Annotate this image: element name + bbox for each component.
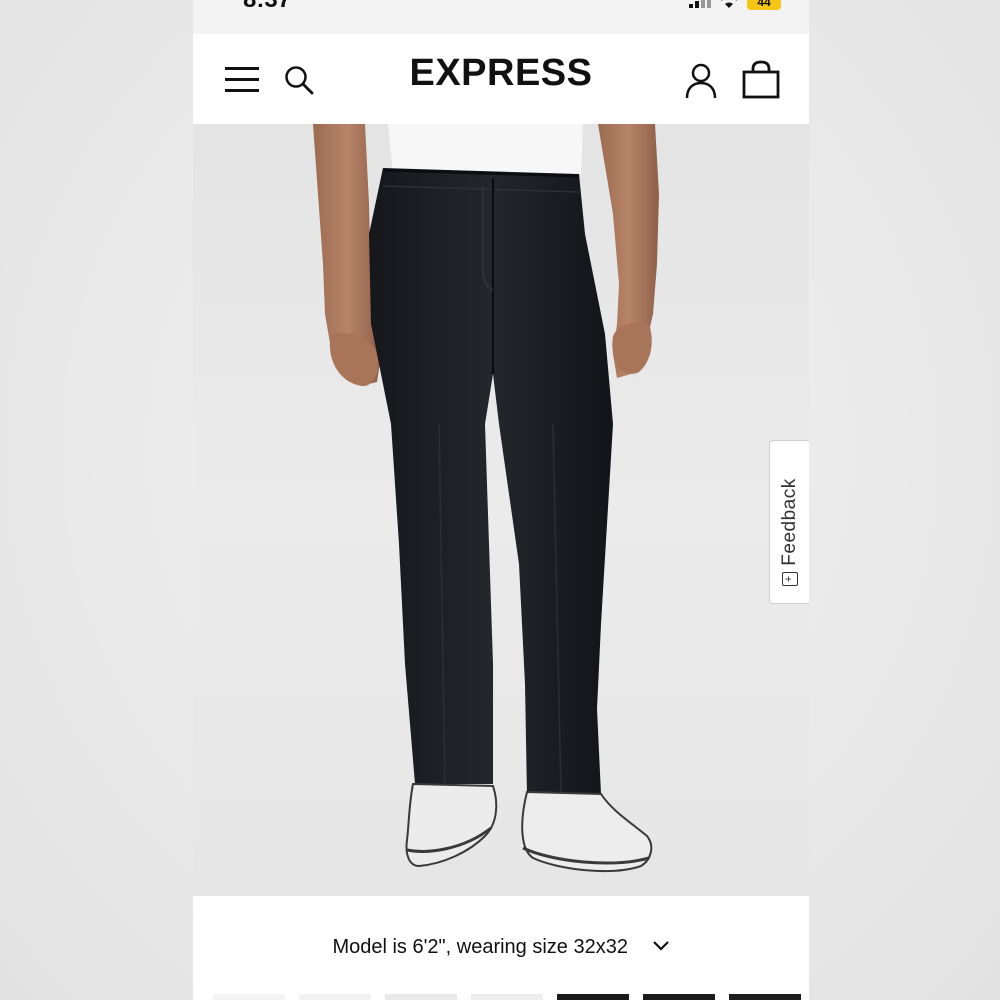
product-thumbnail[interactable] (471, 994, 543, 1000)
status-time: 8:37 (243, 0, 291, 14)
status-bar: 8:37 44 (193, 0, 809, 34)
shopping-bag-icon[interactable] (741, 60, 781, 100)
pants (369, 168, 613, 796)
chevron-down-icon (652, 940, 669, 951)
model-info: Model is 6'2", wearing size 32x32 (193, 896, 809, 994)
phone-screen: 8:37 44 EXPRESS (193, 0, 809, 1000)
status-icons: 44 (689, 0, 781, 10)
left-shoe (405, 782, 498, 868)
battery-icon: 44 (747, 0, 781, 10)
thumbnail-strip (213, 994, 801, 1000)
signal-icon (689, 0, 711, 8)
product-thumbnail[interactable] (729, 994, 801, 1000)
site-header: EXPRESS (193, 34, 809, 124)
feedback-tab[interactable]: Feedback + (769, 440, 809, 604)
feedback-plus-icon: + (782, 572, 798, 586)
product-thumbnail[interactable] (299, 994, 371, 1000)
product-thumbnail[interactable] (643, 994, 715, 1000)
feedback-label: Feedback (778, 478, 800, 566)
product-thumbnail[interactable] (213, 994, 285, 1000)
product-thumbnail[interactable] (557, 994, 629, 1000)
product-photo (313, 124, 659, 873)
model-size-text: Model is 6'2", wearing size 32x32 (332, 936, 628, 958)
right-shoe (521, 790, 653, 873)
account-icon[interactable] (683, 62, 719, 100)
model-size-toggle[interactable]: Model is 6'2", wearing size 32x32 (193, 936, 809, 959)
product-image[interactable] (193, 124, 809, 896)
product-thumbnail[interactable] (385, 994, 457, 1000)
wifi-icon (721, 0, 737, 8)
